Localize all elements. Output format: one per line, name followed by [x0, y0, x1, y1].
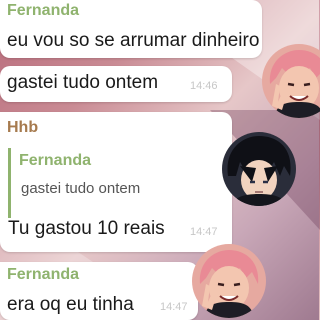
reply-sender-name: Fernanda	[19, 152, 92, 169]
message-time: 14:47	[160, 301, 188, 313]
pink-haired-boy-icon	[262, 44, 320, 118]
avatar[interactable]	[222, 132, 296, 206]
pink-haired-boy-icon	[192, 244, 266, 318]
message-text: gastei tudo ontem	[7, 72, 159, 93]
message-text: Tu gastou 10 reais	[8, 218, 165, 239]
sender-name[interactable]: Hhb	[7, 119, 38, 137]
avatar[interactable]	[192, 244, 266, 318]
sender-name[interactable]: Fernanda	[7, 266, 79, 284]
reply-text: gastei tudo ontem	[21, 180, 141, 197]
message-bubble[interactable]: gastei tudo ontem 14:46	[0, 66, 232, 102]
message-time: 14:47	[190, 226, 218, 238]
message-text: eu vou so se arrumar dinheiro	[7, 30, 260, 51]
reply-quote[interactable]: Fernanda gastei tudo ontem	[8, 148, 220, 218]
dark-haired-boy-icon	[222, 132, 296, 206]
message-bubble[interactable]: Fernanda era oq eu tinha 14:47	[0, 262, 198, 320]
sender-name[interactable]: Fernanda	[7, 2, 79, 20]
message-time: 14:46	[190, 80, 218, 92]
avatar[interactable]	[262, 44, 320, 118]
message-text: era oq eu tinha	[7, 294, 134, 315]
message-bubble[interactable]: Fernanda eu vou so se arrumar dinheiro	[0, 0, 262, 58]
message-bubble[interactable]: Hhb Fernanda gastei tudo ontem Tu gastou…	[0, 112, 232, 252]
